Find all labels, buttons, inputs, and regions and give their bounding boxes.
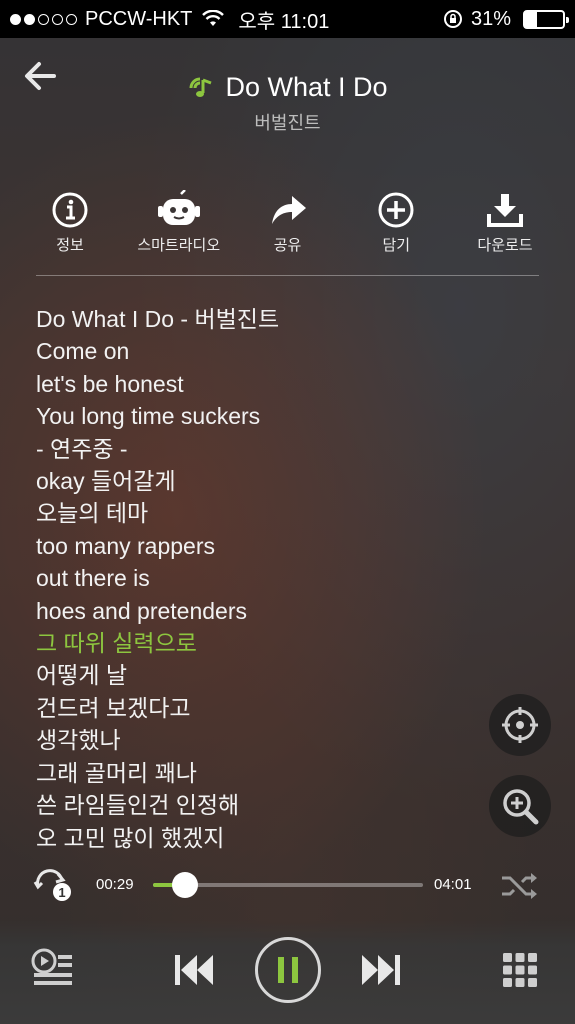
lyric-line: hoes and pretenders	[36, 597, 247, 624]
grid-icon	[503, 953, 537, 987]
lyric-line: 오 고민 많이 했겠지	[36, 824, 225, 851]
carrier-name: PCCW-HKT	[85, 7, 193, 30]
previous-track-button[interactable]	[170, 950, 218, 990]
action-bar: 정보 스마트라디오 공유 담기 다운로드	[20, 190, 555, 255]
share-button[interactable]: 공유	[238, 190, 338, 255]
lyric-line-current: 그 따위 실력으로	[36, 630, 197, 657]
lyric-line: 어떻게 날	[36, 662, 128, 689]
download-label: 다운로드	[477, 236, 533, 254]
now-playing-icon	[189, 77, 212, 97]
wifi-icon	[202, 10, 225, 26]
smart-radio-button[interactable]: 스마트라디오	[129, 190, 229, 255]
lyric-line: 쓴 라임들인건 인정해	[36, 792, 240, 819]
crosshair-icon	[502, 707, 538, 743]
pause-button[interactable]	[255, 937, 321, 1003]
pause-icon	[278, 957, 298, 983]
song-artist: 버벌진트	[254, 112, 321, 134]
playlist-button[interactable]	[30, 947, 76, 991]
smart-radio-label: 스마트라디오	[137, 236, 221, 254]
lyric-line: let's be honest	[36, 370, 184, 397]
download-icon	[487, 194, 523, 227]
status-bar: PCCW-HKT 오후 11:01 31%	[0, 0, 575, 38]
song-header: Do What I Do 버벌진트	[0, 72, 575, 135]
shuffle-icon	[502, 873, 537, 899]
info-icon	[52, 192, 88, 228]
rotation-lock-icon	[443, 10, 462, 28]
add-label: 담기	[382, 236, 411, 254]
download-button[interactable]: 다운로드	[455, 190, 555, 255]
lyric-line: Come on	[36, 338, 130, 365]
lyric-line: 오늘의 테마	[36, 500, 149, 527]
lyric-line: You long time suckers	[36, 403, 261, 430]
repeat-one-button[interactable]: 1	[32, 868, 74, 904]
playback-controls	[0, 920, 575, 1024]
robot-radio-icon	[157, 190, 200, 225]
lyrics-panel[interactable]: Do What I Do - 버벌진트 Come on let's be hones…	[36, 303, 476, 854]
sync-lyrics-button[interactable]	[489, 694, 551, 756]
status-time: 오후 11:01	[238, 10, 330, 33]
next-icon	[362, 955, 400, 985]
info-button[interactable]: 정보	[20, 190, 120, 255]
divider	[36, 275, 539, 276]
lyric-line: out there is	[36, 565, 150, 592]
lyric-line: 생각했나	[36, 727, 121, 754]
battery-icon	[523, 9, 569, 29]
share-icon	[271, 196, 306, 224]
signal-strength-icon	[10, 13, 77, 25]
elapsed-time: 00:29	[96, 876, 134, 893]
lyric-line: 그래 골머리 꽤나	[36, 759, 197, 786]
zoom-lyrics-button[interactable]	[489, 775, 551, 837]
playlist-icon	[31, 948, 72, 985]
next-track-button[interactable]	[357, 950, 405, 990]
zoom-in-icon	[503, 789, 539, 825]
shuffle-button[interactable]	[500, 870, 540, 902]
add-circle-icon	[378, 192, 414, 228]
lyric-line: - 연주중 -	[36, 435, 128, 462]
lyric-line: 건드려 보겠다고	[36, 694, 191, 721]
lyric-line: too many rappers	[36, 532, 215, 559]
total-time: 04:01	[434, 876, 472, 893]
progress-slider[interactable]	[153, 872, 423, 898]
info-label: 정보	[56, 236, 84, 254]
song-title: Do What I Do	[225, 72, 388, 102]
lyric-line: Do What I Do - 버벌진트	[36, 306, 280, 332]
repeat-one-icon: 1	[33, 869, 71, 901]
battery-percentage: 31%	[470, 7, 511, 30]
svg-text:1: 1	[58, 885, 65, 900]
menu-grid-button[interactable]	[500, 950, 540, 990]
add-to-playlist-button[interactable]: 담기	[346, 190, 446, 255]
lyric-line: okay 들어갈게	[36, 468, 176, 495]
previous-icon	[175, 955, 213, 985]
share-label: 공유	[273, 236, 302, 254]
